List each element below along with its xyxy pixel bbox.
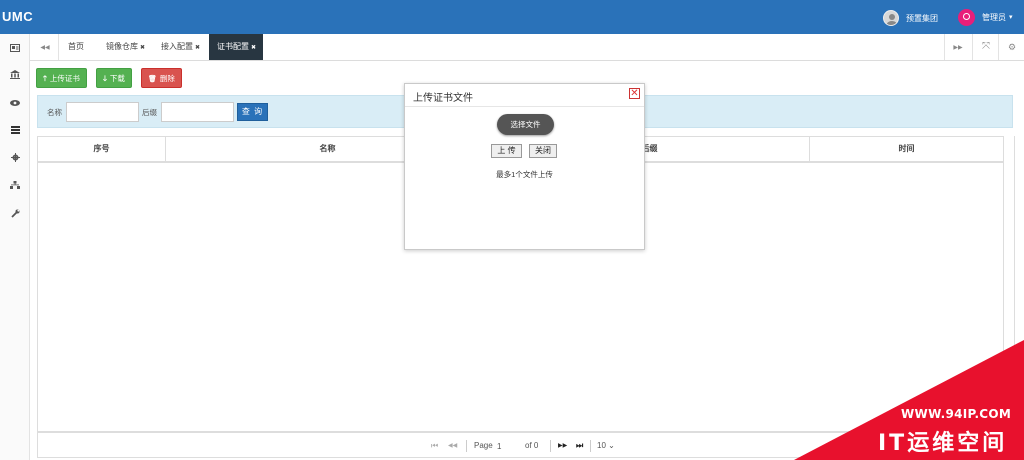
bank-icon [10, 70, 20, 79]
choose-file-button[interactable]: 选择文件 [497, 114, 554, 135]
arrow-up-icon: 🡑 [43, 74, 47, 83]
pagination-bar: ⏮ ◀◀ Page of 0 ▶▶ ⏭ 10 ⌄ [37, 432, 1015, 458]
close-icon[interactable]: ✖ [195, 45, 200, 51]
upload-limit-note: 最多1个文件上传 [496, 170, 553, 179]
sidebar-item-view[interactable] [0, 95, 30, 111]
page-size-select[interactable]: 10 ⌄ [597, 433, 615, 459]
query-button[interactable]: 查 询 [237, 103, 268, 121]
close-icon[interactable]: ✖ [140, 45, 145, 51]
page-label: Page [474, 441, 493, 450]
name-label: 名称 [47, 108, 62, 117]
tab-scroll-right-button[interactable]: ▶▶ [945, 34, 971, 60]
list-icon [10, 126, 20, 134]
tab-label: 镜像仓库 [106, 42, 138, 51]
sidebar-item-org[interactable] [0, 177, 30, 193]
app-logo: UMC [2, 9, 34, 24]
delete-button[interactable]: 🗑 删除 [141, 68, 182, 88]
download-label: 下载 [109, 74, 125, 83]
download-button[interactable]: 🡓 下载 [96, 68, 132, 88]
eye-icon [10, 100, 20, 106]
fullscreen-icon: ⤧ [982, 41, 990, 52]
pager-divider [590, 440, 591, 452]
user-menu[interactable]: 管理员 ▾ [958, 8, 1013, 26]
tab-cert-config[interactable]: 证书配置 ✖ [209, 34, 263, 60]
arrow-down-icon: 🡓 [103, 74, 107, 83]
dialog-close-button[interactable]: 关闭 [529, 144, 557, 158]
double-right-icon: ▶▶ [953, 45, 963, 51]
suffix-input[interactable] [161, 102, 234, 122]
sidebar-item-list[interactable] [0, 122, 30, 138]
id-card-icon [10, 44, 20, 52]
gear-icon: ⚙ [1007, 42, 1017, 52]
first-page-icon[interactable]: ⏮ [431, 433, 438, 459]
page-total: of 0 [525, 441, 539, 450]
org-name: 预置集团 [906, 13, 938, 23]
user-caret-icon: ▾ [1009, 14, 1013, 21]
table-scroll-gutter [1003, 136, 1015, 432]
wrench-icon [10, 209, 19, 218]
org-switcher[interactable]: 预置集团 [883, 9, 938, 27]
tab-label: 接入配置 [161, 42, 193, 51]
double-left-icon: ◀◀ [40, 45, 50, 51]
dialog-divider [405, 106, 644, 107]
top-bar: UMC 预置集团 管理员 ▾ [0, 0, 1024, 34]
user-location-icon [958, 8, 975, 26]
fullscreen-button[interactable]: ⤧ [973, 34, 999, 60]
upload-cert-label: 上传证书 [49, 74, 80, 83]
pager-divider [466, 440, 467, 452]
tab-scroll-left-button[interactable]: ◀◀ [32, 34, 58, 60]
org-avatar-icon [883, 10, 899, 26]
chevron-down-icon: ⌄ [608, 441, 615, 450]
upload-dialog: 上传证书文件 ✕ 选择文件 上 传 关闭 最多1个文件上传 [404, 83, 645, 250]
tab-label: 首页 [68, 42, 84, 51]
tab-home[interactable]: 首页 [64, 34, 88, 60]
close-icon[interactable]: ✖ [251, 45, 256, 51]
close-icon[interactable]: ✕ [629, 88, 640, 99]
sidebar-item-idcard[interactable] [0, 40, 30, 56]
last-page-icon[interactable]: ⏭ [576, 433, 583, 459]
gear-icon [10, 153, 20, 162]
suffix-label: 后缀 [142, 108, 157, 117]
trash-icon: 🗑 [148, 76, 157, 83]
tab-access-config[interactable]: 接入配置 ✖ [157, 34, 204, 60]
tab-label: 证书配置 [217, 42, 249, 51]
sidebar-item-tools[interactable] [0, 205, 30, 221]
user-name: 管理员 [982, 12, 1006, 22]
upload-cert-button[interactable]: 🡑 上传证书 [36, 68, 87, 88]
sidebar-item-bank[interactable] [0, 67, 30, 83]
pager-divider [550, 440, 551, 452]
dialog-title: 上传证书文件 [413, 93, 473, 104]
page-number-input[interactable] [497, 439, 521, 453]
column-header-index[interactable]: 序号 [38, 137, 166, 161]
prev-page-icon[interactable]: ◀◀ [448, 433, 457, 459]
sidebar [0, 34, 30, 460]
sidebar-item-settings[interactable] [0, 149, 30, 165]
name-input[interactable] [66, 102, 139, 122]
tab-image-repo[interactable]: 镜像仓库 ✖ [102, 34, 149, 60]
column-header-time[interactable]: 时间 [810, 137, 1004, 161]
page-size-value: 10 [597, 441, 606, 450]
delete-label: 删除 [159, 74, 175, 83]
next-page-icon[interactable]: ▶▶ [558, 433, 567, 459]
sitemap-icon [10, 181, 20, 189]
tab-bar: ◀◀ 首页 镜像仓库 ✖ 接入配置 ✖ 证书配置 ✖ ▶▶ ⤧ ⚙ [30, 34, 1024, 61]
dialog-upload-button[interactable]: 上 传 [491, 144, 522, 158]
tab-divider [58, 34, 59, 60]
tab-settings-button[interactable]: ⚙ [999, 34, 1024, 60]
